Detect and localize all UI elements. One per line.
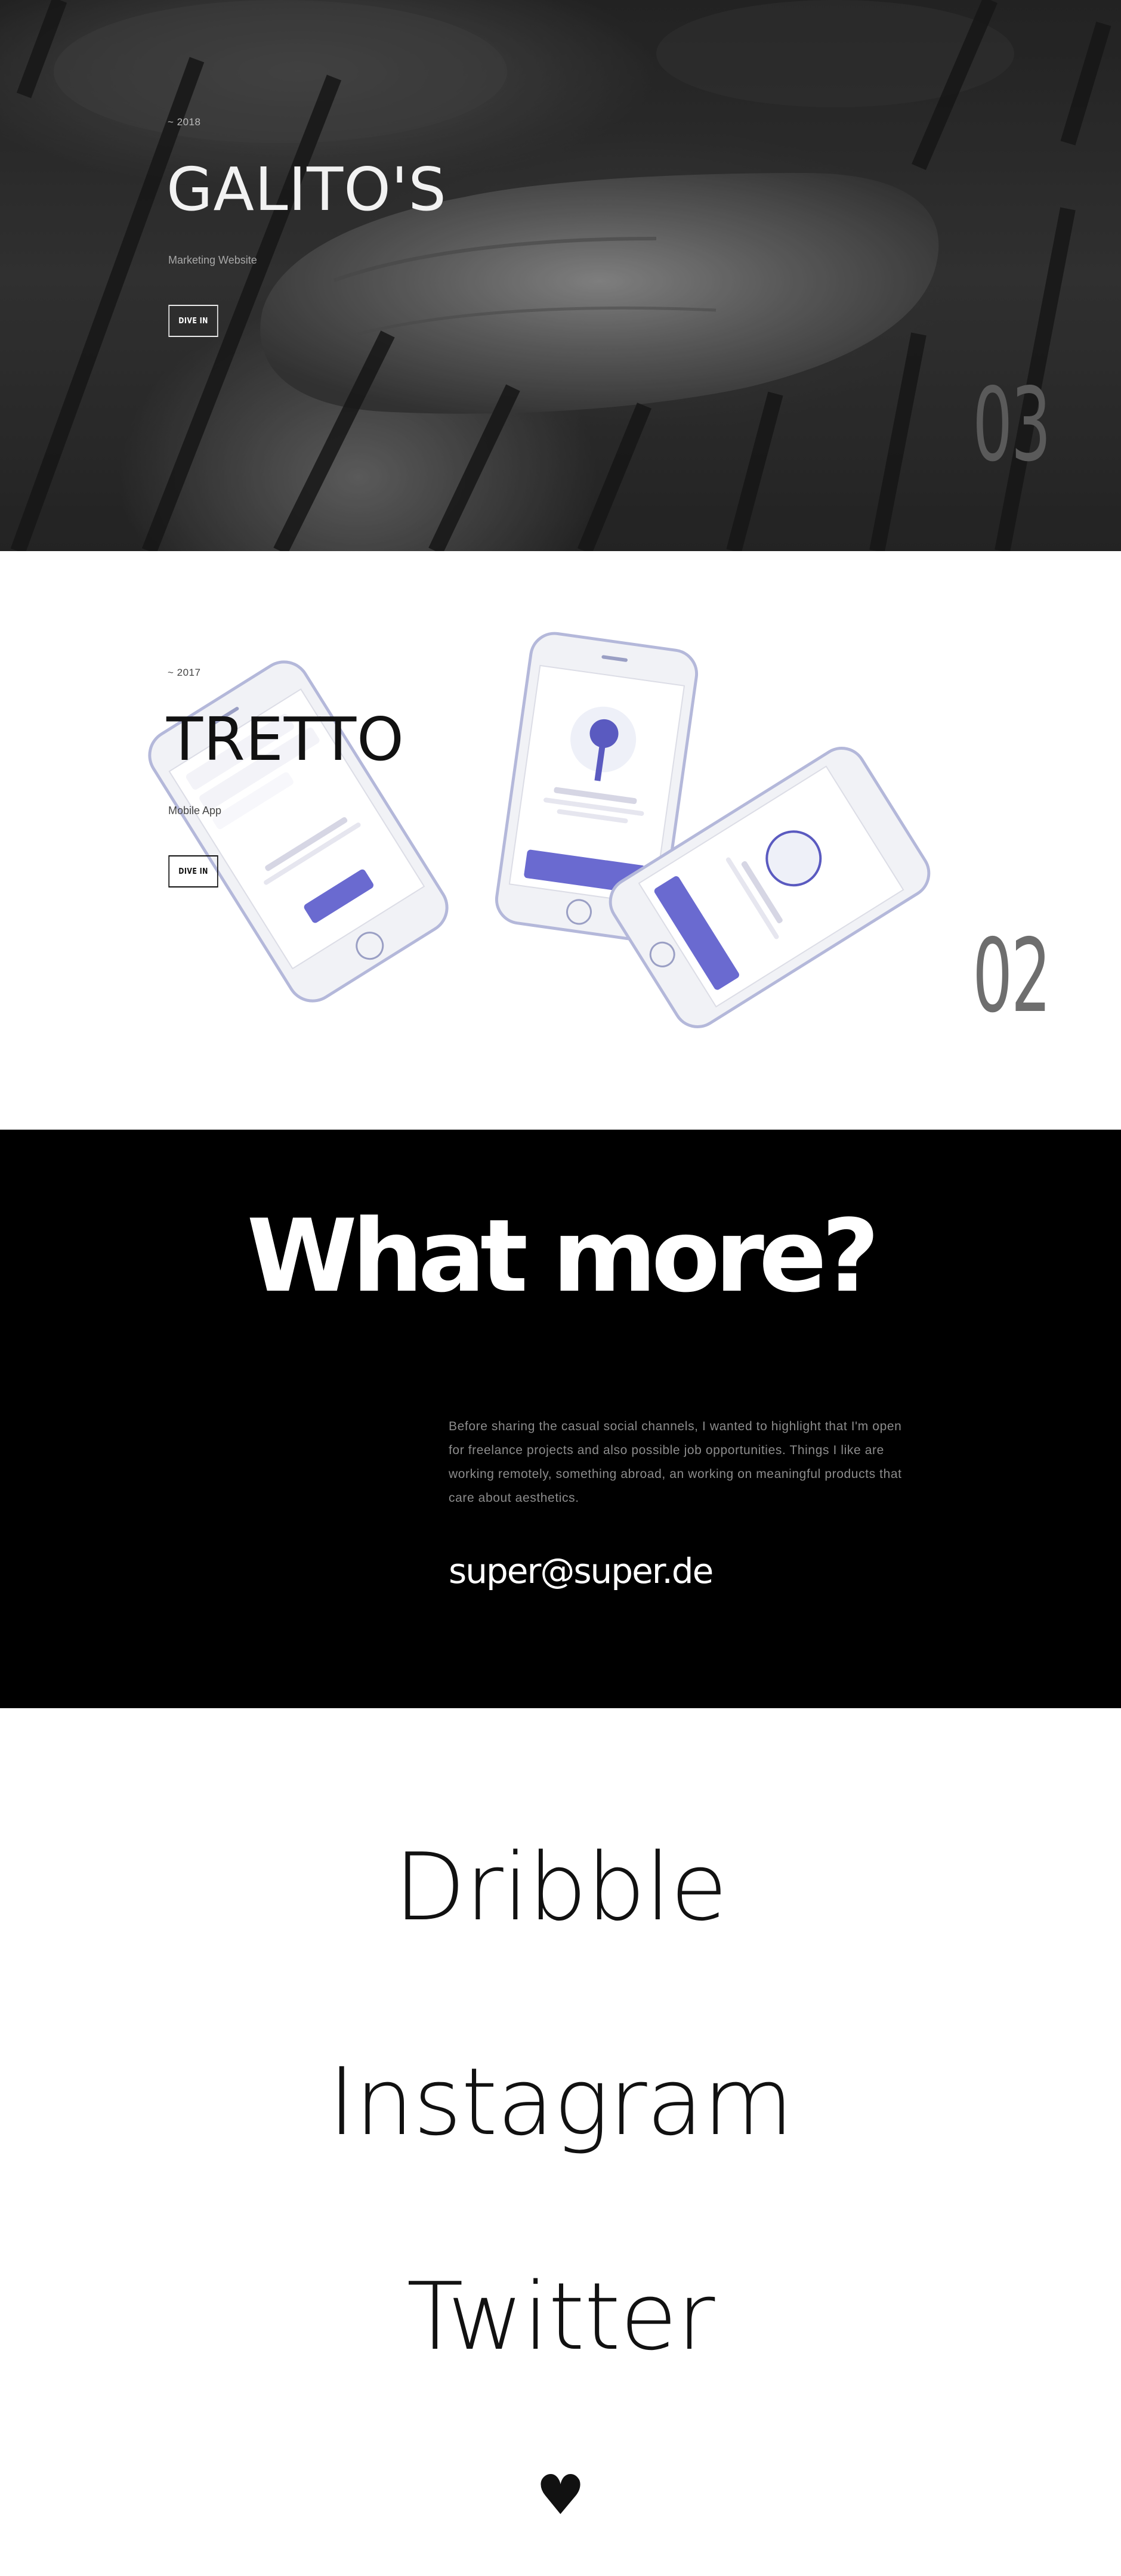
twitter-link[interactable]: Twitter [0, 2270, 1121, 2363]
dribble-link[interactable]: Dribble [0, 1841, 1121, 1934]
contact-heading: What more? [246, 1198, 880, 1315]
contact-description: Before sharing the casual social channel… [449, 1420, 902, 1505]
instagram-link[interactable]: Instagram [0, 2055, 1121, 2148]
project-year: ~ 2017 [168, 667, 201, 678]
project-number: 02 [972, 917, 1051, 1035]
project-subtitle: Marketing Website [168, 254, 257, 266]
project-title: TRETTO [166, 704, 404, 774]
project-year: ~ 2018 [168, 116, 201, 128]
project-title: GALITO'S [166, 154, 447, 224]
email-link[interactable]: super@super.de [449, 1551, 714, 1591]
project-tretto-section: ~ 2017 TRETTO Mobile App DIVE IN 02 [0, 551, 1121, 1130]
phone-mockups-image [148, 632, 931, 1028]
heart-icon: ♥ [536, 2463, 585, 2527]
dive-in-button[interactable]: DIVE IN [168, 855, 218, 887]
dive-in-button[interactable]: DIVE IN [168, 305, 218, 337]
project-galitos-section: ~ 2018 GALITO'S Marketing Website DIVE I… [0, 0, 1121, 551]
project-number: 03 [972, 366, 1051, 484]
contact-section: What more? Before sharing the casual soc… [0, 1130, 1121, 1708]
project-subtitle: Mobile App [168, 805, 222, 817]
grilled-chicken-background-image [0, 0, 1121, 551]
social-links-section: Dribble Instagram Twitter ♥ [0, 1708, 1121, 2576]
